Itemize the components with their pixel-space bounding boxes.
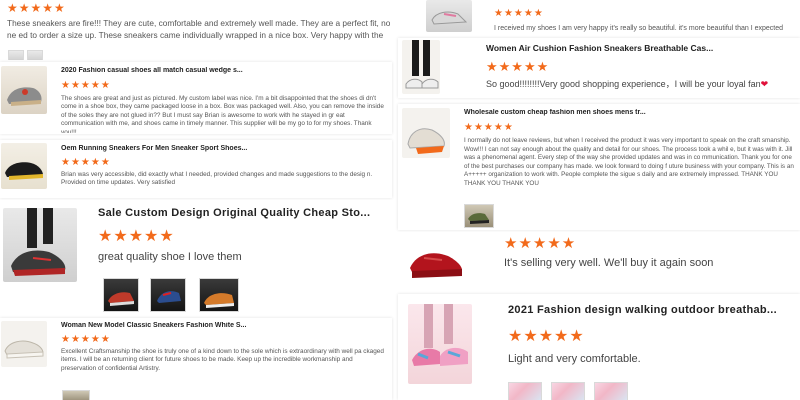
review-text: I received my shoes I am very happy it's… [494, 25, 784, 32]
product-title[interactable]: Wholesale custom cheap fashion men shoes… [464, 109, 794, 116]
review-card-top-right: ★★★★★ I received my shoes I am very happ… [398, 0, 800, 36]
rating-stars: ★★★★★ [7, 1, 66, 15]
review-card: Woman New Model Classic Sneakers Fashion… [0, 318, 392, 400]
product-thumbnail[interactable] [3, 208, 77, 282]
rating-stars: ★★★★★ [61, 80, 111, 91]
rating-stars: ★★★★★ [61, 157, 111, 168]
review-text: So good!!!!!!!!Very good shopping experi… [486, 78, 792, 92]
product-title[interactable]: Oem Running Sneakers For Men Sneaker Spo… [61, 145, 381, 152]
review-photo-thumb[interactable] [150, 278, 186, 312]
review-photo-thumb[interactable] [464, 204, 494, 228]
review-card: 2020 Fashion casual shoes all match casu… [0, 62, 392, 134]
rating-stars: ★★★★★ [508, 328, 585, 345]
heart-icon: ❤ [760, 79, 769, 89]
review-text: These sneakers are fire!!! They are cute… [7, 18, 391, 43]
review-text: Brian was very accessible, did exactly w… [61, 171, 373, 187]
review-photo-thumb[interactable] [8, 50, 24, 60]
rating-stars: ★★★★★ [98, 228, 175, 245]
product-thumbnail[interactable] [1, 66, 47, 114]
review-text: great quality shoe I love them [98, 251, 242, 263]
review-card: Oem Running Sneakers For Men Sneaker Spo… [0, 140, 392, 198]
rating-stars: ★★★★★ [486, 59, 550, 74]
review-photo-thumb[interactable] [551, 382, 585, 400]
review-text: The shoes are great and just as pictured… [61, 95, 384, 133]
product-title[interactable]: Woman New Model Classic Sneakers Fashion… [61, 322, 381, 329]
review-text: I normally do not leave reviews, but whe… [464, 137, 794, 187]
review-photo-thumb[interactable] [62, 390, 90, 400]
product-title[interactable]: 2021 Fashion design walking outdoor brea… [508, 304, 796, 316]
review-card: ★★★★★ It's selling very well. We'll buy … [398, 232, 800, 292]
product-thumbnail[interactable] [402, 40, 440, 94]
review-card: Women Air Cushion Fashion Sneakers Breat… [398, 38, 800, 98]
review-card: Sale Custom Design Original Quality Chea… [0, 200, 398, 312]
review-photo-thumb[interactable] [594, 382, 628, 400]
review-photo-thumb[interactable] [508, 382, 542, 400]
review-text: It's selling very well. We'll buy it aga… [504, 257, 714, 269]
product-thumbnail[interactable] [406, 238, 466, 286]
review-text: Excellent Craftsmanship the shoe is trul… [61, 348, 384, 372]
review-text-content: So good!!!!!!!!Very good shopping experi… [486, 79, 761, 89]
review-photo-thumb[interactable] [103, 278, 139, 312]
product-thumbnail[interactable] [426, 0, 472, 32]
review-card: Wholesale custom cheap fashion men shoes… [398, 104, 800, 230]
product-thumbnail[interactable] [1, 143, 47, 189]
product-title[interactable]: Women Air Cushion Fashion Sneakers Breat… [486, 43, 792, 53]
review-card-top-left: ★★★★★ These sneakers are fire!!! They ar… [0, 0, 398, 60]
review-photo-thumb[interactable] [27, 50, 43, 60]
review-card: 2021 Fashion design walking outdoor brea… [398, 294, 800, 400]
product-title[interactable]: 2020 Fashion casual shoes all match casu… [61, 67, 381, 74]
rating-stars: ★★★★★ [504, 235, 577, 252]
product-thumbnail[interactable] [402, 108, 450, 158]
review-text: Light and very comfortable. [508, 353, 641, 365]
product-thumbnail[interactable] [408, 304, 472, 384]
rating-stars: ★★★★★ [61, 334, 111, 345]
product-thumbnail[interactable] [1, 321, 47, 367]
review-photo-thumb[interactable] [199, 278, 239, 312]
product-title[interactable]: Sale Custom Design Original Quality Chea… [98, 207, 388, 219]
rating-stars: ★★★★★ [494, 8, 544, 19]
rating-stars: ★★★★★ [464, 122, 514, 133]
